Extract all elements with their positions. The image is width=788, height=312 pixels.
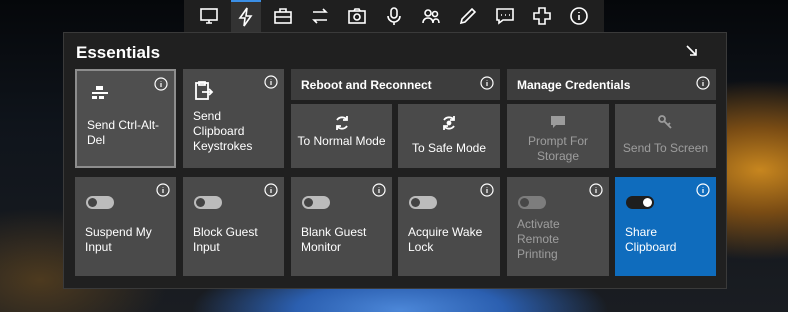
session-toolbar xyxy=(184,0,604,32)
reboot-safe-mode-tile[interactable]: To Safe Mode xyxy=(398,104,500,168)
camera-button[interactable] xyxy=(342,0,372,32)
info-icon[interactable] xyxy=(696,76,710,90)
microphone-icon xyxy=(387,7,401,25)
info-icon[interactable] xyxy=(154,77,168,91)
speech-bubble-icon xyxy=(551,116,565,128)
info-icon[interactable] xyxy=(589,183,603,197)
reboot-group-header: Reboot and Reconnect xyxy=(291,69,500,100)
about-button[interactable] xyxy=(564,0,594,32)
info-icon[interactable] xyxy=(372,183,386,197)
reboot-group-label: Reboot and Reconnect xyxy=(301,78,432,92)
suspend-input-toggle[interactable] xyxy=(86,196,114,209)
acquire-wake-lock-toggle[interactable] xyxy=(409,196,437,209)
activate-remote-printing-tile[interactable]: Activate Remote Printing xyxy=(507,177,609,276)
essentials-panel: Essentials Send Ctrl-Alt-Del Send Clipbo… xyxy=(63,32,727,289)
microphone-button[interactable] xyxy=(379,0,409,32)
credentials-group-header: Manage Credentials xyxy=(507,69,716,100)
info-icon[interactable] xyxy=(696,183,710,197)
info-icon xyxy=(570,7,589,25)
credentials-group-label: Manage Credentials xyxy=(517,78,631,92)
panel-title: Essentials xyxy=(76,43,161,62)
info-icon[interactable] xyxy=(156,183,170,197)
share-clipboard-toggle[interactable] xyxy=(626,196,654,209)
monitor-button[interactable] xyxy=(194,0,224,32)
users-icon xyxy=(422,9,440,24)
transfer-button[interactable] xyxy=(305,0,335,32)
users-button[interactable] xyxy=(416,0,446,32)
blank-guest-monitor-tile[interactable]: Blank Guest Monitor xyxy=(291,177,392,276)
remote-printing-toggle[interactable] xyxy=(518,196,546,209)
block-guest-input-tile[interactable]: Block Guest Input xyxy=(183,177,284,276)
add-button[interactable] xyxy=(527,0,557,32)
restart-safe-icon xyxy=(443,116,455,130)
pencil-icon xyxy=(459,7,477,25)
clipboard-arrow-icon xyxy=(195,81,214,100)
reboot-normal-mode-tile[interactable]: To Normal Mode xyxy=(291,104,392,168)
swap-arrows-icon xyxy=(311,8,328,24)
blank-guest-monitor-toggle[interactable] xyxy=(302,196,330,209)
camera-icon xyxy=(348,8,366,24)
annotate-button[interactable] xyxy=(453,0,483,32)
briefcase-button[interactable] xyxy=(268,0,298,32)
restart-icon xyxy=(336,116,348,130)
lightning-icon xyxy=(238,7,253,27)
block-guest-input-toggle[interactable] xyxy=(194,196,222,209)
chat-button[interactable] xyxy=(490,0,520,32)
essentials-button[interactable] xyxy=(230,0,261,32)
share-clipboard-tile[interactable]: Share Clipboard xyxy=(615,177,716,276)
send-ctrl-alt-del-tile[interactable]: Send Ctrl-Alt-Del xyxy=(75,69,176,168)
info-icon[interactable] xyxy=(264,75,278,89)
send-to-screen-tile[interactable]: Send To Screen xyxy=(615,104,716,168)
briefcase-icon xyxy=(273,8,292,24)
prompt-for-storage-tile[interactable]: Prompt For Storage xyxy=(507,104,609,168)
keyboard-keys-icon xyxy=(92,86,108,99)
chat-icon xyxy=(496,8,514,25)
info-icon[interactable] xyxy=(480,76,494,90)
plus-icon xyxy=(533,7,552,25)
send-clipboard-keystrokes-tile[interactable]: Send Clipboard Keystrokes xyxy=(183,69,284,168)
collapse-arrow-icon[interactable] xyxy=(684,43,700,59)
info-icon[interactable] xyxy=(480,183,494,197)
acquire-wake-lock-tile[interactable]: Acquire Wake Lock xyxy=(398,177,500,276)
key-icon xyxy=(658,115,672,129)
suspend-input-tile[interactable]: Suspend My Input xyxy=(75,177,176,276)
info-icon[interactable] xyxy=(264,183,278,197)
monitor-icon xyxy=(199,8,218,24)
